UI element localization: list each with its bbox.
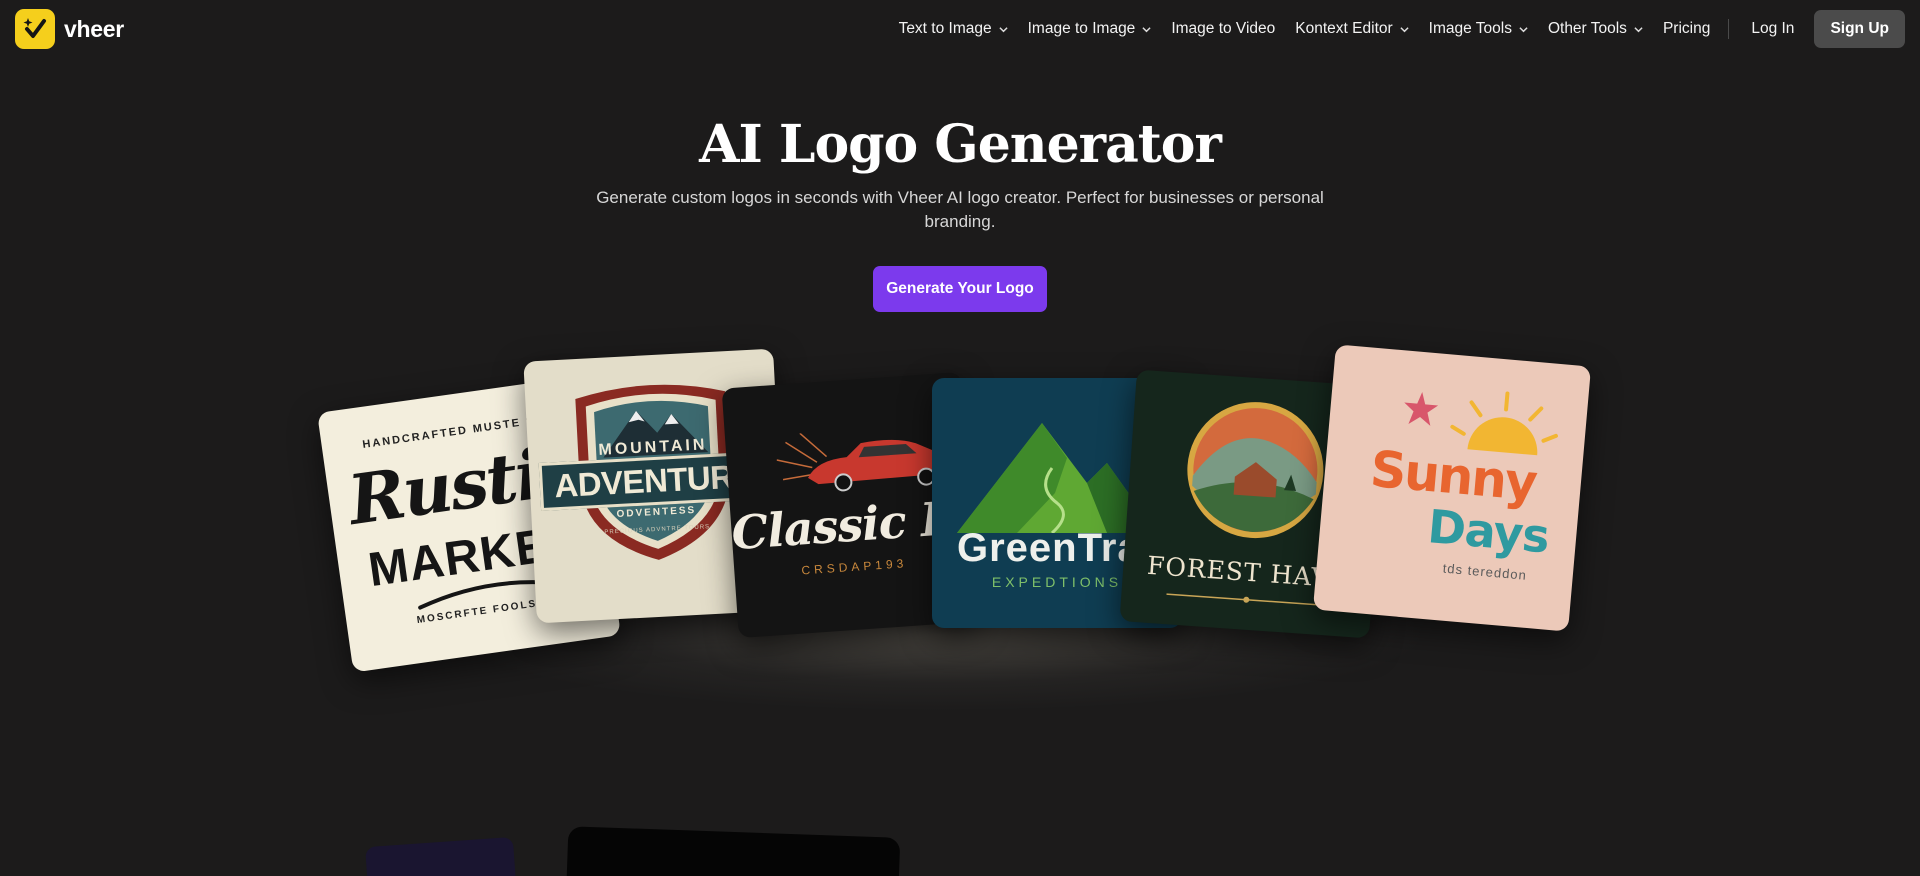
check-star-icon bbox=[15, 9, 55, 49]
nav-label: Text to Image bbox=[898, 20, 992, 37]
star-icon bbox=[1404, 392, 1439, 426]
nav-label: Image to Video bbox=[1171, 20, 1276, 37]
page-title: AI Logo Generator bbox=[699, 114, 1222, 175]
divider-ornament bbox=[1166, 593, 1327, 607]
chevron-down-icon bbox=[999, 26, 1008, 32]
chevron-down-icon bbox=[1519, 26, 1528, 32]
top-navbar: vheer Text to Image Image to Image Image… bbox=[0, 0, 1920, 58]
chevron-down-icon bbox=[1400, 26, 1409, 32]
nav-image-to-image[interactable]: Image to Image bbox=[1018, 10, 1162, 48]
chevron-down-icon bbox=[1142, 26, 1151, 32]
signup-button[interactable]: Sign Up bbox=[1814, 10, 1905, 48]
hero-subtitle: Generate custom logos in seconds with Vh… bbox=[596, 188, 1324, 231]
nav-text-to-image[interactable]: Text to Image bbox=[889, 10, 1018, 48]
forest-cabin-icon bbox=[1187, 402, 1324, 539]
nav-divider bbox=[1728, 19, 1730, 39]
main-nav: Text to Image Image to Image Image to Vi… bbox=[889, 10, 1905, 48]
nav-image-tools[interactable]: Image Tools bbox=[1419, 10, 1538, 48]
brand-link[interactable]: vheer bbox=[15, 9, 124, 49]
nav-label: Image Tools bbox=[1428, 20, 1512, 37]
partial-card bbox=[365, 836, 517, 876]
nav-label: Image to Image bbox=[1027, 20, 1136, 37]
nav-kontext-editor[interactable]: Kontext Editor bbox=[1285, 10, 1418, 48]
nav-label: Other Tools bbox=[1547, 20, 1627, 37]
nav-pricing[interactable]: Pricing bbox=[1653, 10, 1720, 48]
nav-image-to-video[interactable]: Image to Video bbox=[1161, 10, 1285, 48]
logo-card-sunny-days: Sunny Days tds tereddon bbox=[1312, 344, 1592, 632]
chevron-down-icon bbox=[1634, 26, 1643, 32]
brand-name: vheer bbox=[64, 15, 124, 42]
partial-card bbox=[565, 826, 901, 876]
generate-logo-button[interactable]: Generate Your Logo bbox=[873, 266, 1047, 312]
nav-label: Kontext Editor bbox=[1295, 20, 1393, 37]
nav-label: Pricing bbox=[1662, 20, 1711, 37]
nav-other-tools[interactable]: Other Tools bbox=[1538, 10, 1653, 48]
login-link[interactable]: Log In bbox=[1741, 10, 1804, 48]
